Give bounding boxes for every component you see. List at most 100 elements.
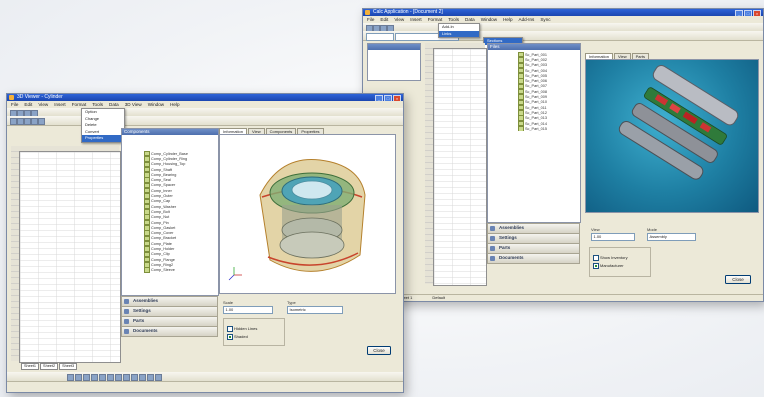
menu-view[interactable]: View <box>394 16 404 23</box>
toolbar-icon[interactable] <box>107 373 114 381</box>
toolbar-icon[interactable] <box>24 117 31 125</box>
tree-item-label: Sc_Part_012 <box>525 110 547 115</box>
tree-item-label: Comp_Clip <box>151 252 170 257</box>
tree-item-label: Sc_Part_008 <box>525 89 547 94</box>
name-box[interactable] <box>366 32 394 41</box>
checkbox-box <box>227 334 233 340</box>
nav-icon <box>490 225 495 231</box>
front-3d-viewport[interactable] <box>219 134 396 294</box>
sheet-tab-3[interactable]: Sheet3 <box>59 363 78 370</box>
nav-documents-button[interactable]: Documents <box>121 326 218 337</box>
nav-icon <box>124 318 129 324</box>
manufacturer-checkbox[interactable]: Manufacturer <box>593 263 624 269</box>
back-3d-viewport[interactable] <box>585 59 759 213</box>
menu-help[interactable]: Help <box>503 16 512 23</box>
tree-item-label: Sc_Part_009 <box>525 95 547 100</box>
view-field[interactable]: 1.00 <box>591 233 635 241</box>
nav-parts-button[interactable]: Parts <box>121 316 218 327</box>
toolbar-icon[interactable] <box>10 117 17 125</box>
toolbar-icon[interactable] <box>123 373 130 381</box>
toolbar-icon[interactable] <box>31 117 38 125</box>
menu-file[interactable]: File <box>367 16 374 23</box>
toolbar-icon[interactable] <box>75 373 82 381</box>
nav-label: Documents <box>499 255 524 260</box>
menu-window[interactable]: Window <box>481 16 497 23</box>
show-inventory-checkbox[interactable]: Show Inventory <box>593 255 628 261</box>
menu-sync[interactable]: Sync <box>540 16 550 23</box>
tree-item-label: Comp_Cylinder_Ring <box>151 156 188 161</box>
back-spreadsheet-grid[interactable] <box>433 48 487 286</box>
shaded-checkbox[interactable]: Shaded <box>227 334 248 340</box>
scale-field[interactable]: 1.00 <box>223 306 273 314</box>
toolbar-icon[interactable] <box>147 373 154 381</box>
sheet-tab-1[interactable]: Sheet1 <box>21 363 40 370</box>
menu-view[interactable]: View <box>38 101 48 108</box>
tree-item-label: Sc_Part_015 <box>525 126 547 131</box>
toolbar-icon[interactable] <box>99 373 106 381</box>
menu-addins[interactable]: Add-Ins <box>519 16 535 23</box>
axis-icon <box>228 267 242 281</box>
toolbar-icon[interactable] <box>38 117 45 125</box>
tree-item-label: Comp_Shaft <box>151 167 173 172</box>
hidden-lines-checkbox[interactable]: Hidden Lines <box>227 326 257 332</box>
menu-3dview[interactable]: 3D View <box>125 101 142 108</box>
tree-item-label: Comp_Housing_Top <box>151 162 186 167</box>
nav-assemblies-button[interactable]: Assemblies <box>487 223 580 234</box>
menu-data[interactable]: Data <box>109 101 119 108</box>
menu-insert[interactable]: Insert <box>54 101 66 108</box>
dropdown-item-links[interactable]: Links <box>439 30 479 37</box>
menu-format[interactable]: Format <box>72 101 87 108</box>
front-window-title: 3D Viewer - Cylinder <box>17 94 63 100</box>
toolbar-icon[interactable] <box>115 373 122 381</box>
front-close-button[interactable]: Close <box>367 346 391 355</box>
nav-icon <box>490 255 495 261</box>
nav-assemblies-button[interactable]: Assemblies <box>121 296 218 307</box>
file-icon <box>144 267 150 273</box>
back-toolbar-2 <box>363 31 763 41</box>
menu-tools[interactable]: Tools <box>448 16 459 23</box>
nav-label: Parts <box>133 318 145 323</box>
menu-window[interactable]: Window <box>148 101 164 108</box>
tree-item[interactable]: Sc_Part_015 <box>518 126 578 132</box>
menu-format[interactable]: Format <box>428 16 443 23</box>
menu-edit[interactable]: Edit <box>380 16 388 23</box>
toolbar-icon[interactable] <box>131 373 138 381</box>
menu-edit[interactable]: Edit <box>24 101 32 108</box>
front-tree-title: Components <box>122 129 218 135</box>
sheet-tab-2[interactable]: Sheet2 <box>40 363 59 370</box>
nav-icon <box>490 245 495 251</box>
nav-settings-button[interactable]: Settings <box>121 306 218 317</box>
tree-item-label: Sc_Part_004 <box>525 68 547 73</box>
back-tree-panel: Files Sc_Part_001 Sc_Part_002 Sc_Part_00… <box>487 43 581 223</box>
menu-file[interactable]: File <box>11 101 18 108</box>
back-close-button[interactable]: Close <box>725 275 751 284</box>
dropdown-item-properties[interactable]: Properties <box>82 135 124 142</box>
toolbar-icon[interactable] <box>83 373 90 381</box>
menu-tools[interactable]: Tools <box>92 101 103 108</box>
mode-select[interactable]: Assembly <box>647 233 696 241</box>
tree-item-label: Sc_Part_003 <box>525 63 547 68</box>
tree-item-label: Sc_Part_002 <box>525 57 547 62</box>
tree-item-label: Comp_Inner <box>151 188 172 193</box>
toolbar-icon[interactable] <box>17 117 24 125</box>
back-options-group <box>589 247 651 277</box>
tree-item[interactable]: Comp_Sleeve <box>144 267 216 273</box>
front-options-group <box>223 318 285 346</box>
app-icon <box>9 95 14 100</box>
toolbar-icon[interactable] <box>155 373 162 381</box>
front-spreadsheet-grid[interactable] <box>19 151 121 363</box>
front-properties: Scale 1.00 Type Isometric Hidden Lines S… <box>219 294 395 358</box>
nav-documents-button[interactable]: Documents <box>487 253 580 264</box>
menu-data[interactable]: Data <box>465 16 475 23</box>
toolbar-icon[interactable] <box>139 373 146 381</box>
toolbar-icon[interactable] <box>91 373 98 381</box>
nav-settings-button[interactable]: Settings <box>487 233 580 244</box>
type-select[interactable]: Isometric <box>287 306 343 314</box>
menu-insert[interactable]: Insert <box>410 16 422 23</box>
menu-help[interactable]: Help <box>170 101 179 108</box>
tree-item-label: Comp_Pin <box>151 220 169 225</box>
toolbar-icon[interactable] <box>67 373 74 381</box>
tree-item-label: Comp_Spacer <box>151 183 176 188</box>
checkbox-label: Hidden Lines <box>234 326 258 332</box>
nav-parts-button[interactable]: Parts <box>487 243 580 254</box>
